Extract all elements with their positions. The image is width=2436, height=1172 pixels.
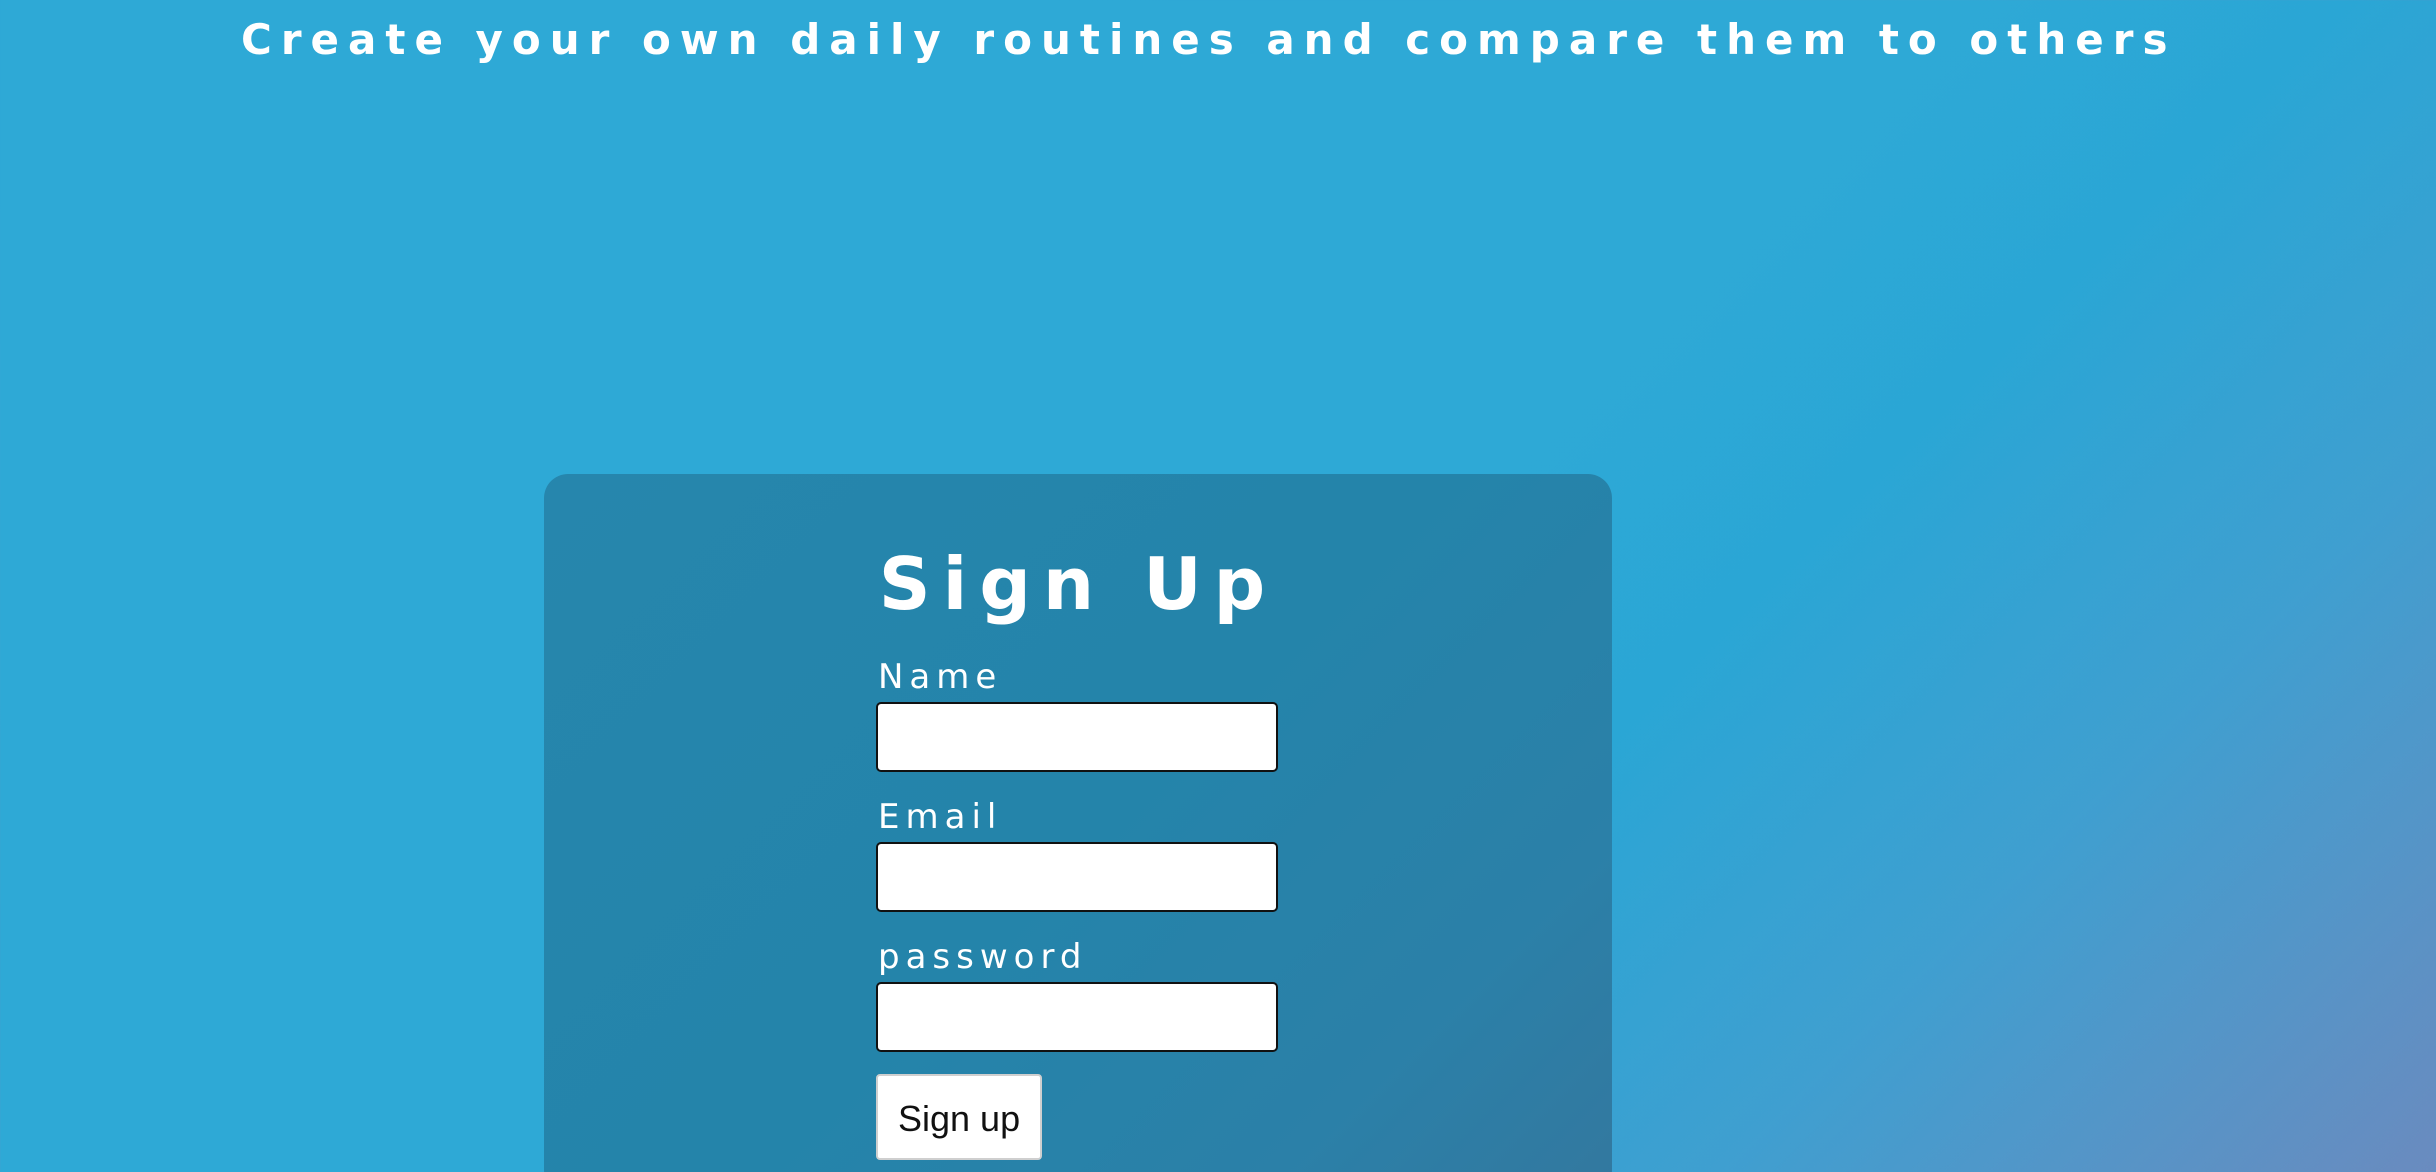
signup-form: Name Email password Sign up (876, 654, 1296, 1160)
signup-button[interactable]: Sign up (876, 1074, 1043, 1160)
signup-card: Sign Up Name Email password Sign up (544, 474, 1612, 1172)
email-input[interactable] (876, 842, 1278, 912)
signup-title: Sign Up (878, 542, 1278, 626)
name-label: Name (878, 657, 1003, 697)
password-label: password (878, 937, 1088, 977)
page-tagline: Create your own daily routines and compa… (241, 15, 2177, 64)
password-input[interactable] (876, 982, 1278, 1052)
email-label: Email (878, 797, 1003, 837)
name-input[interactable] (876, 702, 1278, 772)
